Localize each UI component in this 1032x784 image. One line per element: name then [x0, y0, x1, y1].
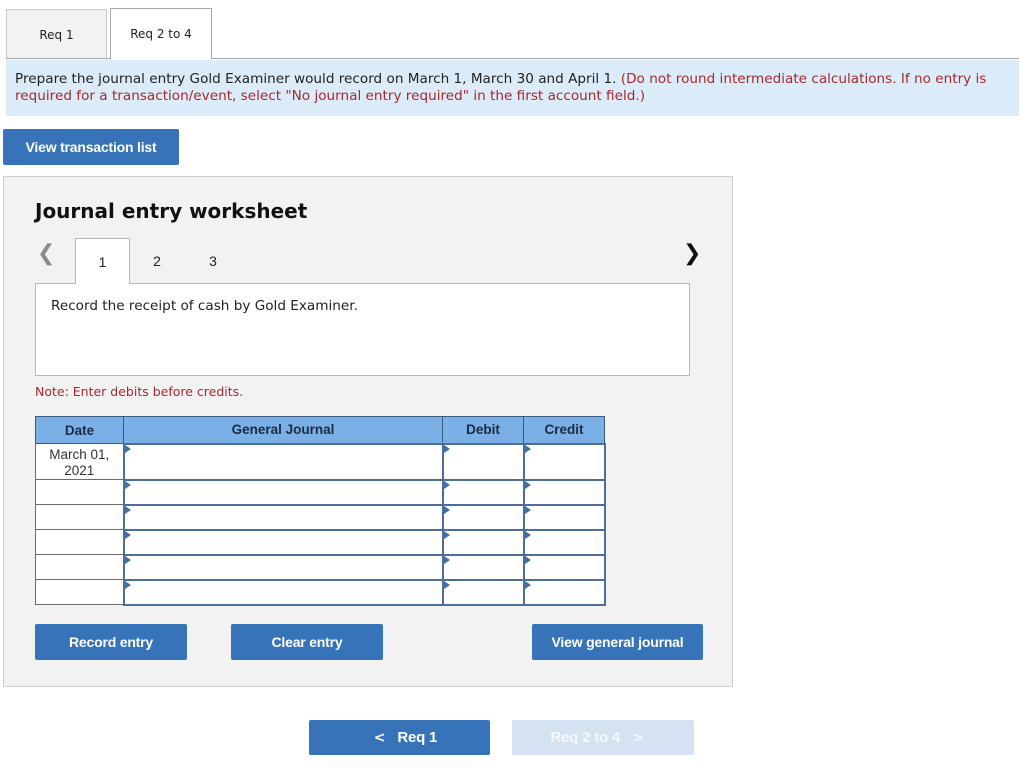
credit-field[interactable]	[522, 442, 606, 481]
view-general-journal-button[interactable]: View general journal	[532, 624, 703, 660]
dropdown-marker-icon	[124, 505, 131, 514]
debit-input[interactable]	[443, 580, 523, 604]
header-date: Date	[35, 416, 124, 444]
table-row	[35, 553, 606, 581]
record-entry-button[interactable]: Record entry	[35, 624, 187, 660]
credit-field[interactable]	[522, 528, 606, 556]
debit-field[interactable]	[441, 528, 525, 556]
dropdown-marker-icon	[524, 444, 531, 453]
dropdown-marker-icon	[524, 480, 531, 489]
dropdown-marker-icon	[524, 555, 531, 564]
debit-field[interactable]	[441, 503, 525, 531]
dropdown-marker-icon	[524, 505, 531, 514]
tab-req-2-to-4[interactable]: Req 2 to 4	[110, 8, 212, 59]
account-select[interactable]	[122, 528, 444, 556]
account-select[interactable]	[122, 478, 444, 506]
prev-requirement-label: Req 1	[397, 729, 438, 746]
credit-input[interactable]	[524, 530, 604, 554]
debit-input[interactable]	[443, 444, 523, 479]
worksheet-title: Journal entry worksheet	[35, 199, 308, 223]
dropdown-marker-icon	[443, 480, 450, 489]
credit-field[interactable]	[522, 478, 606, 506]
dropdown-marker-icon	[443, 444, 450, 453]
debit-field[interactable]	[441, 578, 525, 606]
credit-field[interactable]	[522, 503, 606, 531]
next-requirement-label: Req 2 to 4	[550, 729, 621, 746]
credit-input[interactable]	[524, 444, 604, 479]
table-row	[35, 578, 606, 606]
date-cell	[35, 479, 124, 505]
step-tab-1[interactable]: 1	[75, 238, 130, 284]
clear-entry-button[interactable]: Clear entry	[231, 624, 383, 660]
instructions-text: Prepare the journal entry Gold Examiner …	[15, 71, 617, 87]
date-cell	[35, 529, 124, 555]
dropdown-marker-icon	[524, 530, 531, 539]
account-input[interactable]	[124, 580, 442, 604]
debit-input[interactable]	[443, 505, 523, 529]
dropdown-marker-icon	[124, 530, 131, 539]
transaction-description: Record the receipt of cash by Gold Exami…	[35, 283, 690, 376]
debit-field[interactable]	[441, 478, 525, 506]
date-cell	[35, 579, 124, 605]
dropdown-marker-icon	[443, 555, 450, 564]
tab-req-1[interactable]: Req 1	[6, 9, 107, 59]
account-select[interactable]	[122, 503, 444, 531]
account-input[interactable]	[124, 505, 442, 529]
account-select[interactable]	[122, 553, 444, 581]
prev-requirement-button[interactable]: < Req 1	[309, 720, 490, 755]
journal-entry-worksheet: Journal entry worksheet ❮ 1 2 3 ❯ Record…	[3, 176, 733, 687]
debit-field[interactable]	[441, 442, 525, 481]
dropdown-marker-icon	[124, 580, 131, 589]
dropdown-marker-icon	[124, 480, 131, 489]
chevron-right-icon[interactable]: ❯	[683, 243, 701, 265]
dropdown-marker-icon	[443, 580, 450, 589]
credit-field[interactable]	[522, 553, 606, 581]
step-tab-2[interactable]: 2	[144, 238, 170, 284]
account-input[interactable]	[124, 480, 442, 504]
account-select[interactable]	[122, 578, 444, 606]
table-row	[35, 478, 606, 506]
table-row: March 01, 2021	[35, 442, 606, 481]
table-row	[35, 503, 606, 531]
date-cell	[35, 554, 124, 580]
dropdown-marker-icon	[124, 444, 131, 453]
dropdown-marker-icon	[524, 580, 531, 589]
header-credit: Credit	[523, 416, 605, 444]
date-cell	[35, 504, 124, 530]
step-tab-3[interactable]: 3	[200, 238, 226, 284]
credit-field[interactable]	[522, 578, 606, 606]
account-input[interactable]	[124, 555, 442, 579]
debit-input[interactable]	[443, 480, 523, 504]
next-requirement-button: Req 2 to 4 >	[512, 720, 694, 755]
credit-input[interactable]	[524, 580, 604, 604]
account-select[interactable]	[122, 442, 444, 481]
account-input[interactable]	[124, 530, 442, 554]
dropdown-marker-icon	[124, 555, 131, 564]
chevron-left-icon[interactable]: ❮	[37, 243, 55, 265]
chevron-right-icon: >	[632, 729, 644, 746]
chevron-left-icon: <	[373, 729, 386, 746]
table-header-row: Date General Journal Debit Credit	[35, 416, 605, 444]
dropdown-marker-icon	[443, 505, 450, 514]
credit-input[interactable]	[524, 505, 604, 529]
account-input[interactable]	[124, 444, 442, 479]
journal-table: Date General Journal Debit Credit March …	[35, 416, 606, 606]
credit-input[interactable]	[524, 555, 604, 579]
dropdown-marker-icon	[443, 530, 450, 539]
debit-input[interactable]	[443, 555, 523, 579]
header-debit: Debit	[442, 416, 524, 444]
instructions-panel: Prepare the journal entry Gold Examiner …	[6, 60, 1019, 116]
debit-credit-note: Note: Enter debits before credits.	[35, 384, 244, 399]
table-row	[35, 528, 606, 556]
date-cell: March 01, 2021	[35, 443, 124, 480]
description-text: Record the receipt of cash by Gold Exami…	[51, 298, 358, 314]
debit-input[interactable]	[443, 530, 523, 554]
header-general-journal: General Journal	[123, 416, 443, 444]
view-transaction-list-button[interactable]: View transaction list	[3, 129, 179, 165]
credit-input[interactable]	[524, 480, 604, 504]
debit-field[interactable]	[441, 553, 525, 581]
